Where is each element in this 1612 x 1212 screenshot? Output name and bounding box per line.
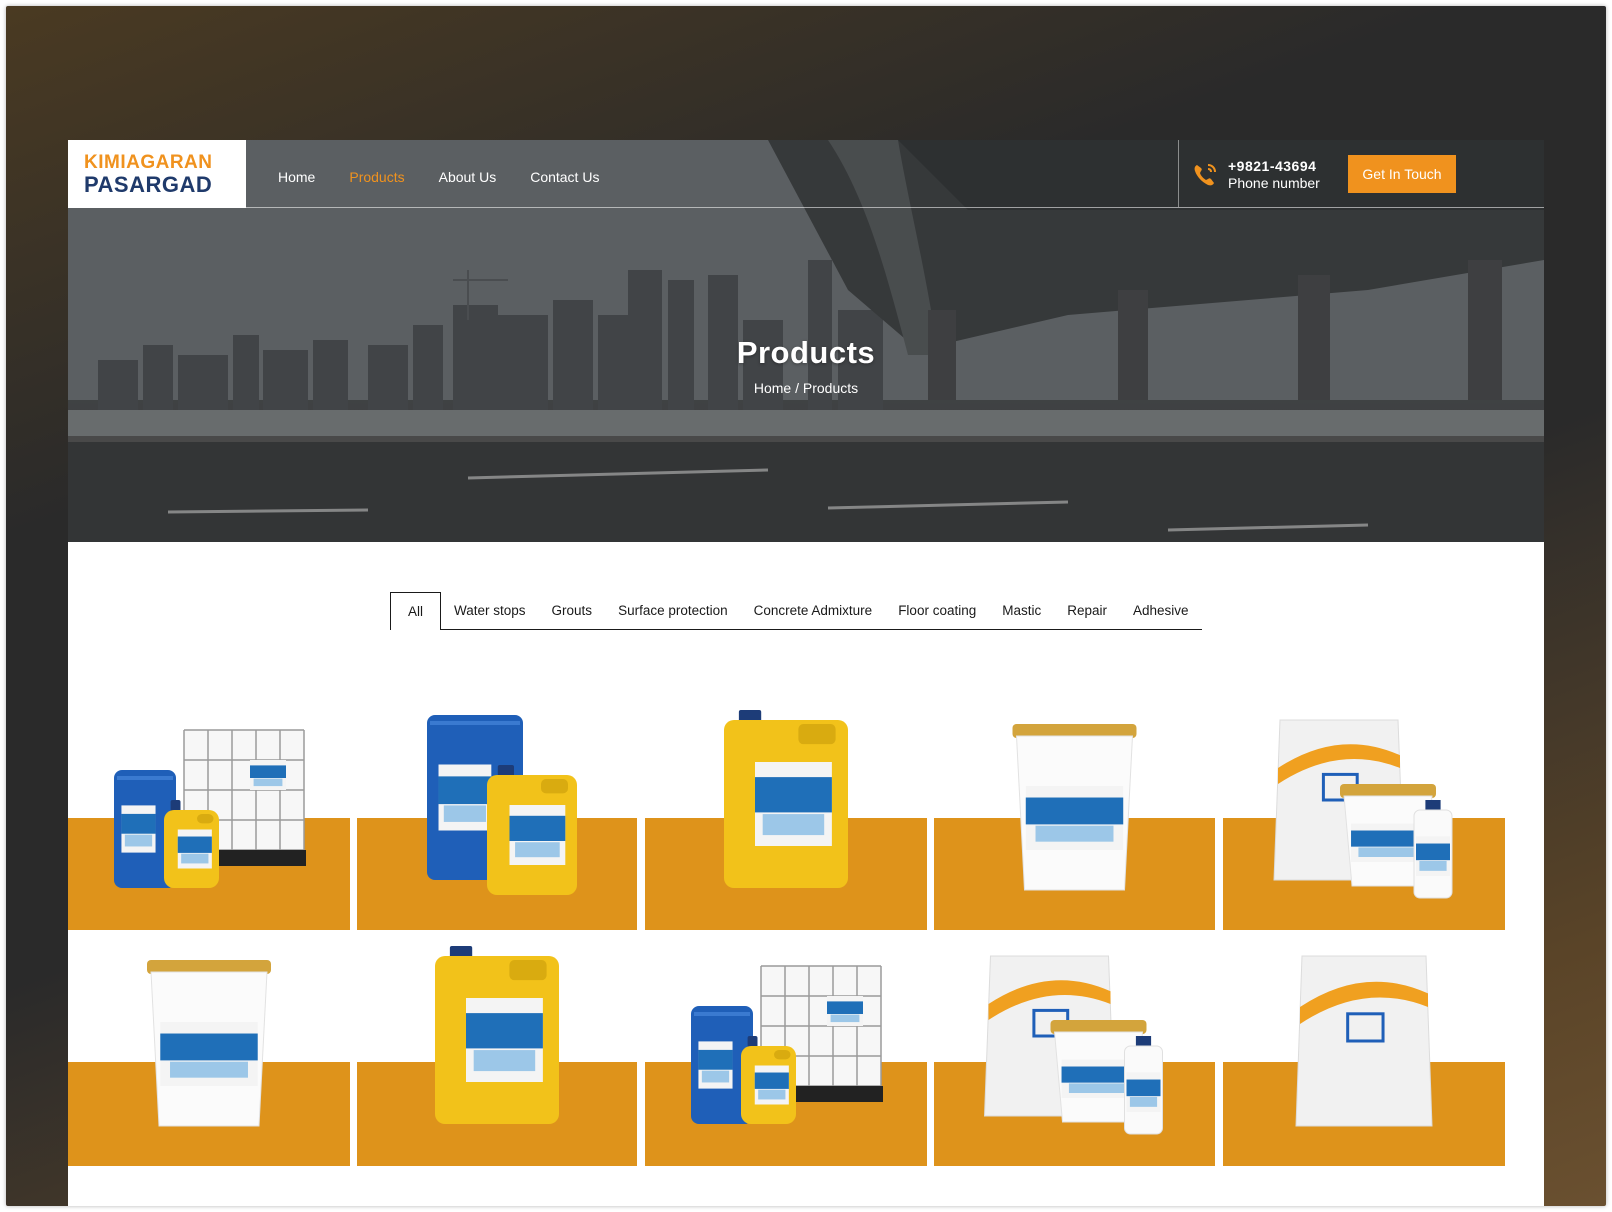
product-card[interactable] — [357, 936, 637, 1166]
tab-concrete-admixture[interactable]: Concrete Admixture — [741, 592, 886, 629]
tab-mastic[interactable]: Mastic — [989, 592, 1054, 629]
product-card[interactable] — [1223, 700, 1505, 930]
product-image — [724, 710, 848, 888]
screenshot-frame: KIMIAGARAN PASARGAD Home Products About … — [6, 6, 1606, 1206]
product-card[interactable] — [68, 700, 350, 930]
product-card[interactable] — [357, 700, 637, 930]
product-image — [427, 715, 577, 895]
hero-banner: KIMIAGARAN PASARGAD Home Products About … — [68, 140, 1544, 542]
product-card[interactable] — [934, 936, 1215, 1166]
tab-all[interactable]: All — [390, 592, 442, 630]
product-card[interactable] — [68, 936, 350, 1166]
tab-grouts[interactable]: Grouts — [539, 592, 606, 629]
nav-about-us[interactable]: About Us — [439, 164, 497, 190]
tab-floor-coating[interactable]: Floor coating — [885, 592, 989, 629]
nav-home[interactable]: Home — [278, 164, 315, 190]
phone-icon — [1194, 164, 1216, 186]
product-card[interactable] — [645, 700, 927, 930]
breadcrumb: Home / Products — [753, 380, 859, 396]
header-vertical-divider — [1178, 140, 1179, 207]
header-divider — [246, 207, 1544, 208]
phone-label: Phone number — [1228, 175, 1320, 191]
nav-contact-us[interactable]: Contact Us — [530, 164, 599, 190]
page-title: Products — [736, 335, 876, 370]
product-image — [435, 946, 559, 1124]
product-card[interactable] — [934, 700, 1215, 930]
product-image — [1273, 719, 1453, 899]
nav-products[interactable]: Products — [349, 164, 404, 190]
product-image — [147, 960, 271, 1127]
product-image — [114, 729, 306, 888]
product-image — [1295, 955, 1433, 1127]
tab-repair[interactable]: Repair — [1054, 592, 1120, 629]
get-in-touch-button[interactable]: Get In Touch — [1348, 155, 1456, 193]
tab-surface-protection[interactable]: Surface protection — [605, 592, 741, 629]
product-image — [691, 965, 883, 1124]
main-nav: Home Products About Us Contact Us — [278, 164, 633, 190]
product-image — [983, 955, 1163, 1135]
phone-contact[interactable]: +9821-43694 Phone number — [1190, 158, 1320, 192]
product-filter-tabs: All Water stops Grouts Surface protectio… — [390, 592, 1202, 630]
tab-water-stops[interactable]: Water stops — [441, 592, 539, 629]
products-page: KIMIAGARAN PASARGAD Home Products About … — [68, 140, 1544, 1206]
site-logo[interactable]: KIMIAGARAN PASARGAD — [68, 140, 246, 208]
product-card[interactable] — [1223, 936, 1505, 1166]
product-image — [1012, 724, 1137, 891]
logo-text-bottom: PASARGAD — [84, 172, 213, 197]
product-card[interactable] — [645, 936, 927, 1166]
tab-adhesive[interactable]: Adhesive — [1120, 592, 1202, 629]
phone-text: +9821-43694 Phone number — [1228, 158, 1320, 192]
logo-text-top: KIMIAGARAN — [84, 152, 213, 173]
phone-number: +9821-43694 — [1228, 158, 1317, 174]
